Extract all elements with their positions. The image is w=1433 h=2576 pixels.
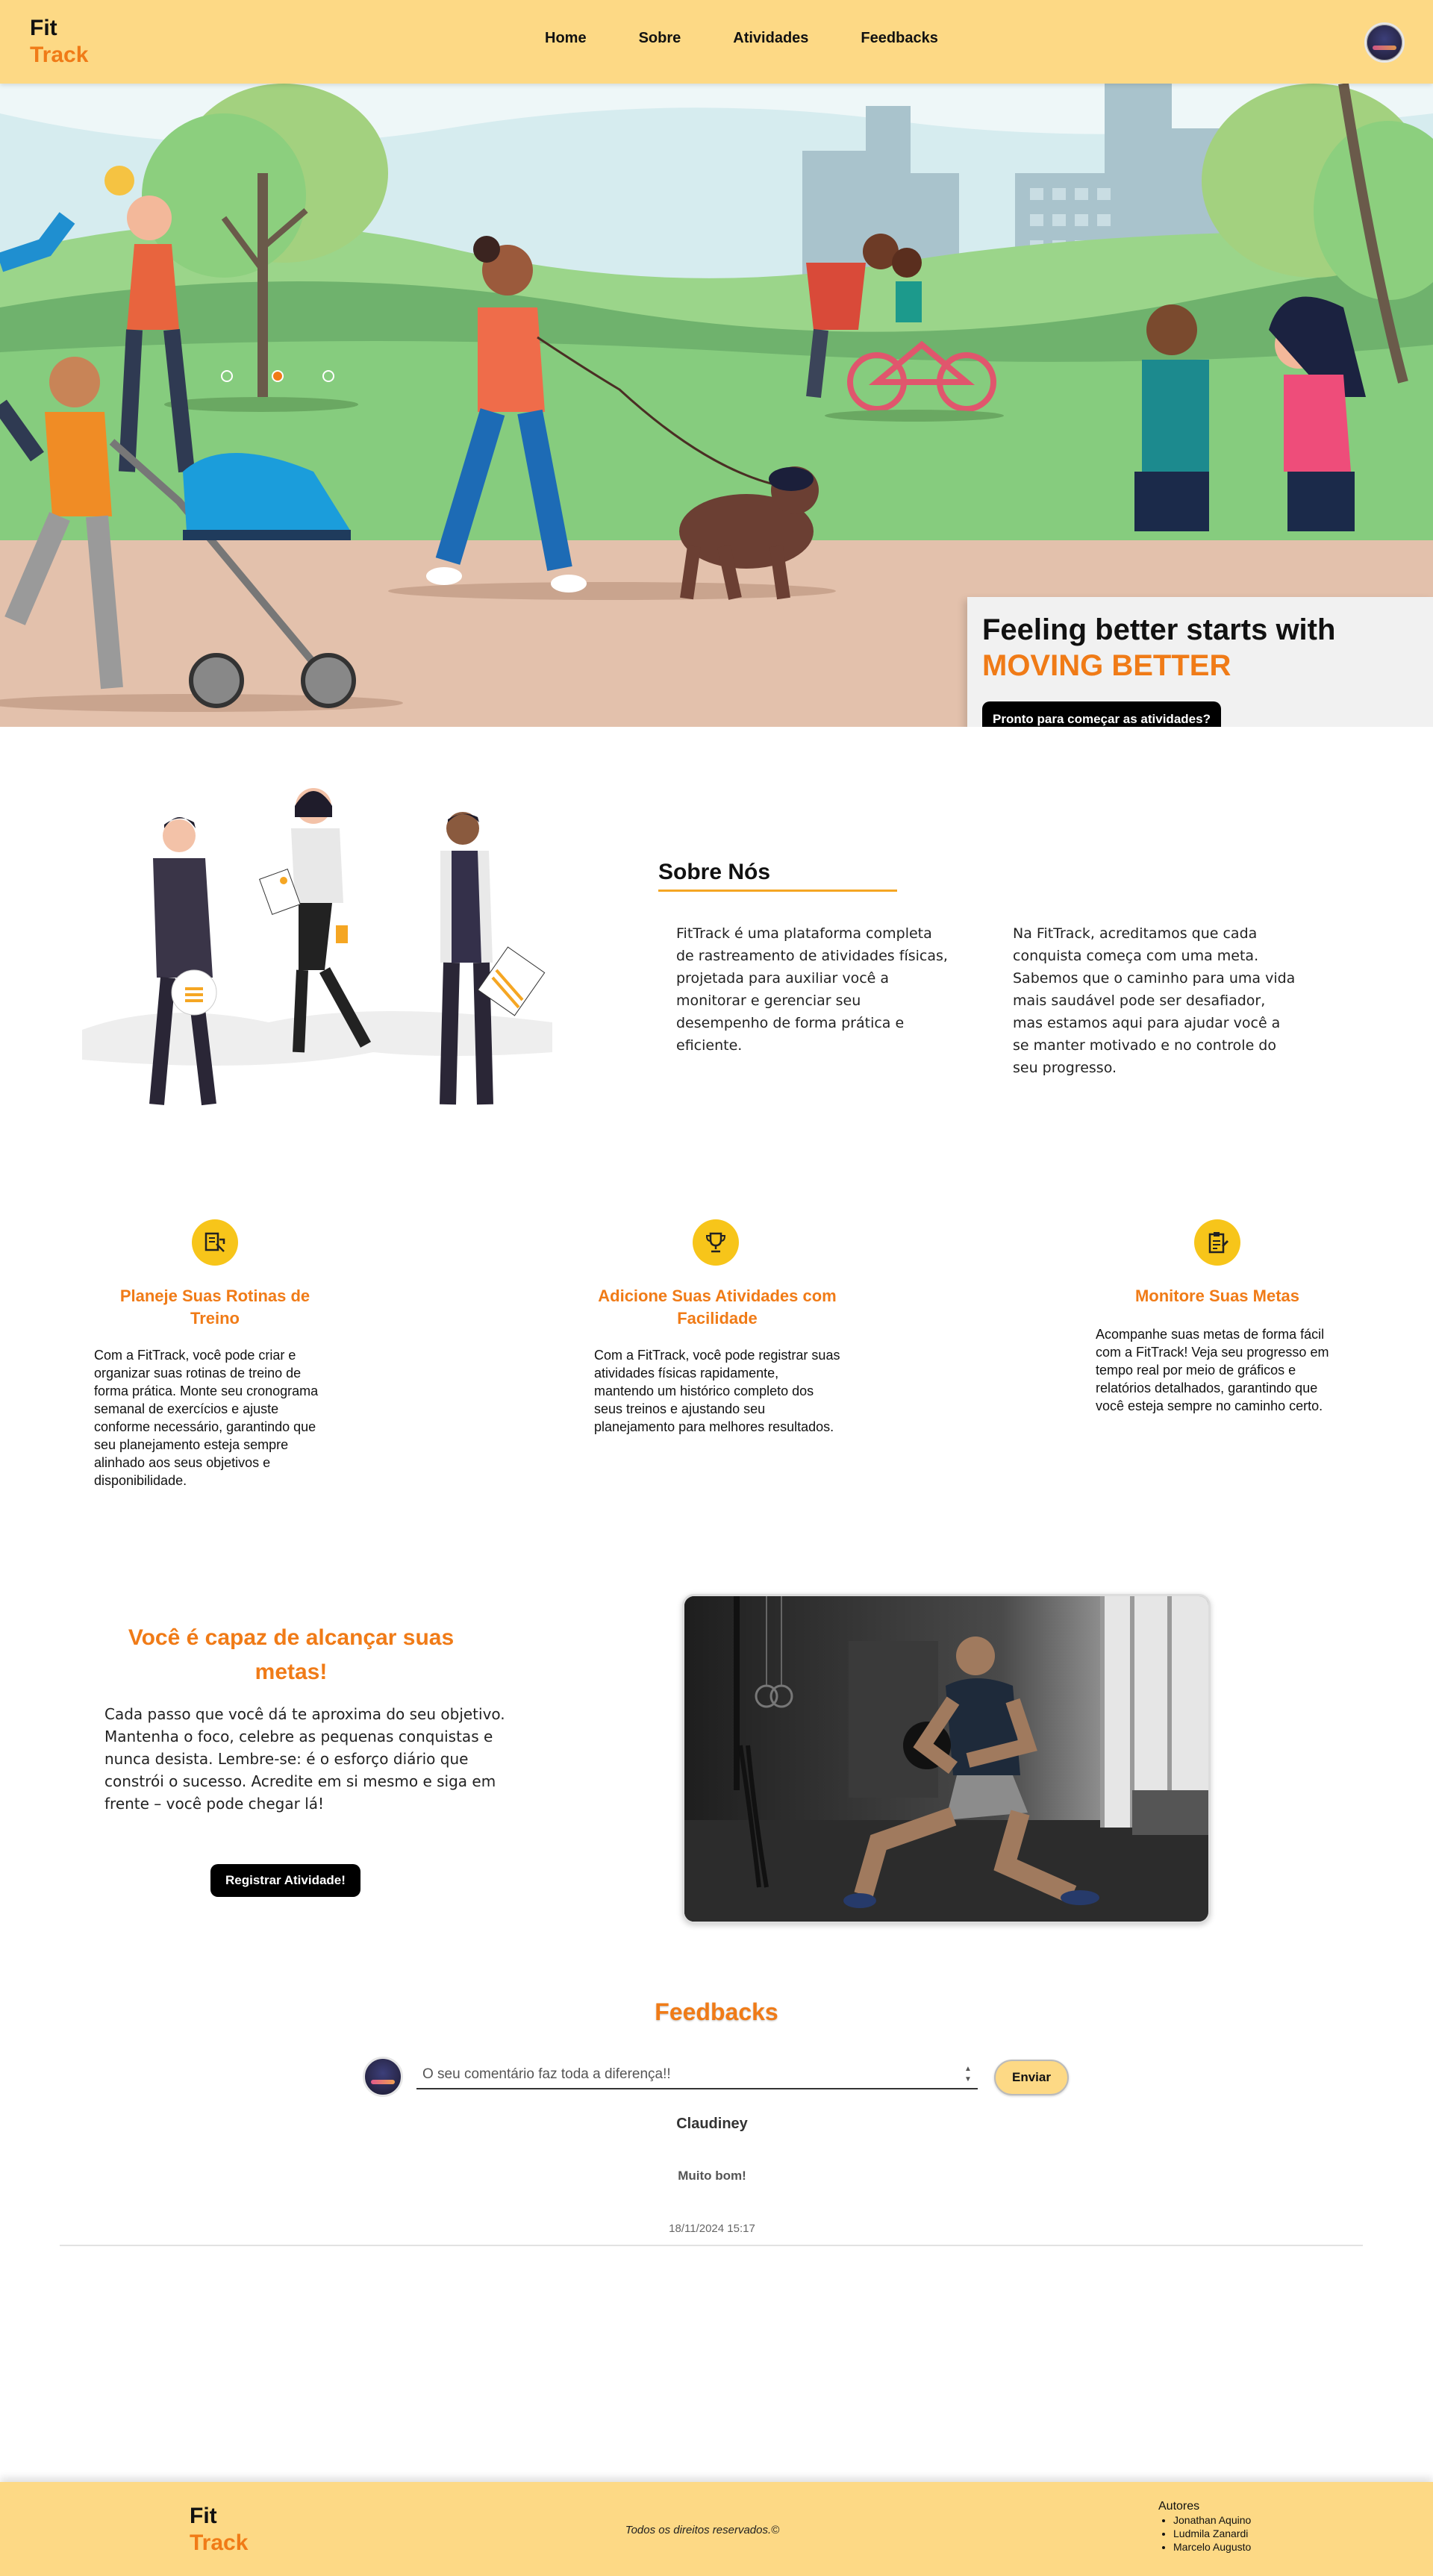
carousel-dot-1[interactable] [221, 370, 233, 382]
about-paragraph-2: Na FitTrack, acreditamos que cada conqui… [1013, 925, 1296, 1076]
feature-text-goals: Acompanhe suas metas de forma fácil com … [1096, 1327, 1329, 1413]
feedback-divider [60, 2245, 1363, 2246]
feature-text-routines: Com a FitTrack, você pode criar e organi… [94, 1348, 319, 1488]
carousel-dots [221, 370, 334, 382]
nav-home[interactable]: Home [545, 30, 587, 47]
author-item: Jonathan Aquino [1173, 2513, 1251, 2527]
motivation-text: Cada passo que você dá te aproxima do se… [104, 1705, 505, 1813]
carousel-dot-3[interactable] [322, 370, 334, 382]
register-activity-button[interactable]: Registrar Atividade! [210, 1864, 360, 1897]
nav-feedbacks[interactable]: Feedbacks [861, 30, 937, 47]
feature-title-activities: Adicione Suas Atividades com Facilidade [598, 1287, 837, 1328]
commenter-avatar [363, 2057, 403, 2097]
nav-atividades[interactable]: Atividades [733, 30, 808, 47]
authors-list: Jonathan Aquino Ludmila Zanardi Marcelo … [1158, 2513, 1251, 2554]
send-button[interactable]: Enviar [994, 2060, 1069, 2095]
workout-photo [682, 1594, 1211, 1924]
logo-fit: Fit [30, 16, 57, 40]
hero-card: Feeling better starts with MOVING BETTER… [967, 597, 1433, 727]
feedback-date: 18/11/2024 15:17 [669, 2222, 755, 2235]
about-paragraph-1: FitTrack é uma plataforma completa de ra… [676, 925, 948, 1054]
logo[interactable]: Fit Track [30, 15, 88, 69]
feature-title-routines: Planeje Suas Rotinas de Treino [119, 1287, 310, 1328]
logo-track: Track [30, 43, 89, 67]
motivation-title: Você é capaz de alcançar suas metas! [128, 1625, 455, 1684]
hero-title: Feeling better starts with [982, 613, 1336, 646]
site-footer: Fit Track Todos os direitos reservados.©… [0, 2482, 1433, 2576]
feedback-message: Muito bom! [678, 2169, 746, 2183]
athlete-image [684, 1596, 1208, 1922]
carousel-dot-2[interactable] [272, 370, 284, 382]
feedbacks-title: Feedbacks [655, 1998, 778, 2025]
main-nav: Home Sobre Atividades Feedbacks [545, 30, 990, 47]
clipboard-icon [1194, 1219, 1240, 1266]
feedback-author: Claudiney [676, 2116, 748, 2132]
nav-sobre[interactable]: Sobre [639, 30, 681, 47]
routine-icon [192, 1219, 238, 1266]
author-item: Ludmila Zanardi [1173, 2527, 1251, 2540]
trophy-icon [693, 1219, 739, 1266]
hero-highlight: MOVING BETTER [982, 649, 1231, 682]
team-illustration [82, 788, 552, 1106]
author-item: Marcelo Augusto [1173, 2540, 1251, 2554]
comment-input[interactable] [416, 2061, 978, 2089]
site-header: Fit Track Home Sobre Atividades Feedback… [0, 0, 1433, 84]
authors: Autores Jonathan Aquino Ludmila Zanardi … [1158, 2500, 1251, 2554]
user-avatar[interactable] [1364, 22, 1405, 63]
feature-text-activities: Com a FitTrack, você pode registrar suas… [594, 1348, 840, 1434]
hero-banner: Feeling better starts with MOVING BETTER… [0, 84, 1433, 727]
about-title: Sobre Nós [658, 860, 897, 892]
comment-spinner-icon[interactable]: ▲ ▼ [963, 2064, 973, 2086]
feature-title-goals: Monitore Suas Metas [1134, 1287, 1300, 1305]
start-activities-button[interactable]: Pronto para começar as atividades? [982, 701, 1221, 727]
authors-title: Autores [1158, 2500, 1200, 2513]
